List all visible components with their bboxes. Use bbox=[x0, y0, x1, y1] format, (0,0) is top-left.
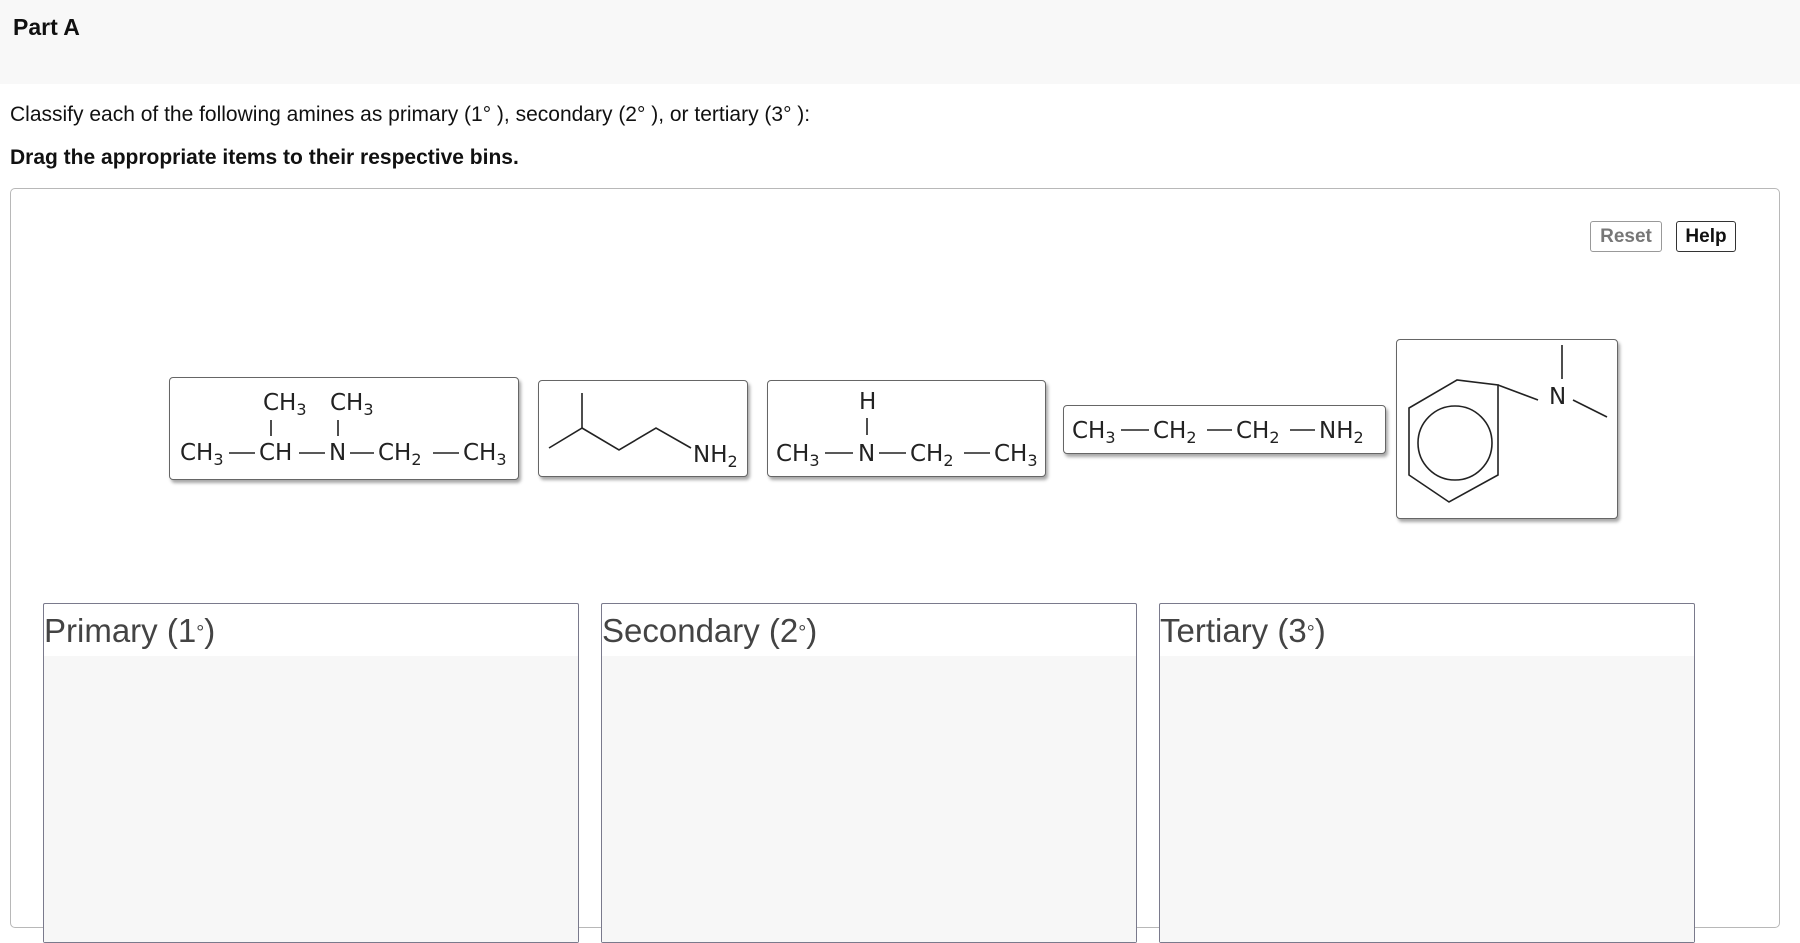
bin-title: Secondary (2°) bbox=[602, 612, 817, 650]
subscript: 3 bbox=[1027, 451, 1037, 470]
degree-symbol: ° bbox=[1306, 621, 1315, 644]
svg-text:NH2: NH2 bbox=[693, 442, 738, 471]
svg-text:CH2: CH2 bbox=[378, 440, 422, 469]
bin-label-close: ) bbox=[1314, 612, 1326, 649]
bin-label: Secondary (2 bbox=[602, 612, 799, 649]
bond-line bbox=[581, 427, 692, 451]
atom-label: CH bbox=[263, 390, 296, 416]
svg-text:CH2: CH2 bbox=[1153, 418, 1197, 447]
structure-diagram: H CH3 N CH2 CH3 bbox=[776, 389, 1038, 470]
draggable-item-aromatic-amine[interactable]: N bbox=[1396, 339, 1618, 519]
draggable-item-secondary-amine[interactable]: H CH3 N CH2 CH3 bbox=[767, 380, 1046, 477]
instruction-text: Classify each of the following amines as… bbox=[10, 103, 811, 126]
bond-line bbox=[548, 393, 583, 449]
subscript: 3 bbox=[213, 450, 223, 469]
bin-drop-zone[interactable] bbox=[1160, 656, 1694, 942]
svg-text:CH2: CH2 bbox=[1236, 418, 1280, 447]
bond-line bbox=[1497, 384, 1539, 401]
atom-label: N bbox=[858, 441, 875, 467]
svg-text:NH2: NH2 bbox=[1319, 418, 1364, 447]
benzene-ring bbox=[1408, 379, 1499, 503]
structure-diagram: CH3 CH2 CH2 NH2 bbox=[1072, 418, 1364, 447]
reset-button[interactable]: Reset bbox=[1590, 221, 1662, 252]
bin-label: Primary (1 bbox=[44, 612, 197, 649]
subscript: 2 bbox=[943, 451, 953, 470]
svg-text:CH3: CH3 bbox=[994, 441, 1038, 470]
svg-text:CH3: CH3 bbox=[263, 390, 307, 419]
bin-tertiary[interactable]: Tertiary (3°) bbox=[1159, 603, 1695, 943]
drag-instruction: Drag the appropriate items to their resp… bbox=[10, 146, 519, 169]
atom-label: CH bbox=[910, 441, 943, 467]
subscript: 2 bbox=[1269, 428, 1279, 447]
atom-label: CH bbox=[776, 441, 809, 467]
atom-label: H bbox=[859, 389, 876, 415]
subscript: 3 bbox=[809, 451, 819, 470]
atom-label: NH bbox=[693, 442, 728, 468]
svg-text:CH3: CH3 bbox=[180, 440, 224, 469]
structure-diagram: CH3 CH3 CH3 CH N CH2 CH3 bbox=[180, 390, 507, 469]
structure-diagram: NH2 bbox=[548, 393, 738, 471]
atom-label: CH bbox=[463, 440, 496, 466]
bin-label-close: ) bbox=[806, 612, 818, 649]
subscript: 3 bbox=[296, 400, 306, 419]
bin-title: Tertiary (3°) bbox=[1160, 612, 1326, 650]
drag-drop-workspace: Reset Help CH3 CH3 CH3 CH N CH2 CH3 NH2 bbox=[10, 188, 1780, 943]
degree-symbol: ° bbox=[196, 621, 205, 644]
svg-text:CH2: CH2 bbox=[910, 441, 954, 470]
draggable-item-skeletal-amine[interactable]: NH2 bbox=[538, 380, 748, 477]
atom-label: N bbox=[329, 440, 346, 466]
part-title: Part A bbox=[13, 14, 80, 40]
atom-label: CH bbox=[994, 441, 1027, 467]
atom-label: CH bbox=[1153, 418, 1186, 444]
subscript: 3 bbox=[496, 450, 506, 469]
bin-primary[interactable]: Primary (1°) bbox=[43, 603, 579, 943]
bin-secondary[interactable]: Secondary (2°) bbox=[601, 603, 1137, 943]
atom-label: NH bbox=[1319, 418, 1354, 444]
bin-drop-zone[interactable] bbox=[602, 656, 1136, 942]
svg-text:CH3: CH3 bbox=[776, 441, 820, 470]
help-button[interactable]: Help bbox=[1676, 221, 1736, 252]
bin-label: Tertiary (3 bbox=[1160, 612, 1307, 649]
aromatic-circle bbox=[1417, 405, 1493, 481]
atom-label: CH bbox=[378, 440, 411, 466]
subscript: 3 bbox=[363, 400, 373, 419]
subscript: 2 bbox=[411, 450, 421, 469]
svg-text:CH3: CH3 bbox=[463, 440, 507, 469]
bin-title: Primary (1°) bbox=[44, 612, 215, 650]
atom-label: CH bbox=[1236, 418, 1269, 444]
structure-diagram: N bbox=[1408, 345, 1608, 503]
svg-text:CH3: CH3 bbox=[1072, 418, 1116, 447]
bond-line bbox=[1572, 399, 1608, 418]
subscript: 3 bbox=[1105, 428, 1115, 447]
bin-drop-zone[interactable] bbox=[44, 656, 578, 942]
svg-text:CH3: CH3 bbox=[330, 390, 374, 419]
atom-label: CH bbox=[1072, 418, 1105, 444]
atom-label: CH bbox=[330, 390, 363, 416]
bin-label-close: ) bbox=[204, 612, 216, 649]
part-header: Part A bbox=[0, 0, 1800, 84]
atom-label: N bbox=[1549, 384, 1566, 410]
subscript: 2 bbox=[728, 452, 738, 471]
subscript: 2 bbox=[1354, 428, 1364, 447]
draggable-item-primary-amine-condensed[interactable]: CH3 CH2 CH2 NH2 bbox=[1063, 405, 1386, 454]
atom-label: CH bbox=[259, 440, 292, 466]
subscript: 2 bbox=[1186, 428, 1196, 447]
draggable-item-tertiary-amine-condensed[interactable]: CH3 CH3 CH3 CH N CH2 CH3 bbox=[169, 377, 519, 480]
atom-label: CH bbox=[180, 440, 213, 466]
